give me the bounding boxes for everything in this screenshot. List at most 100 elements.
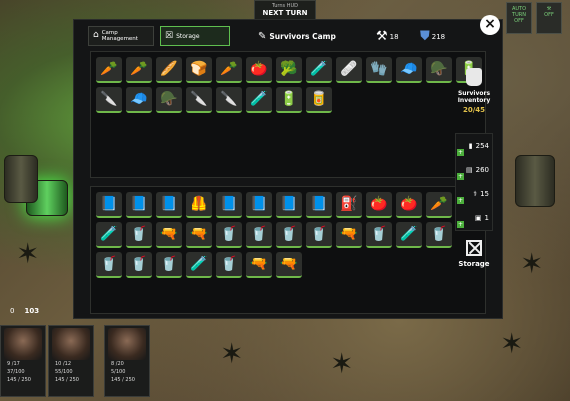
inventory-item[interactable]: 📘 xyxy=(96,192,122,218)
inventory-item[interactable]: 🧢 xyxy=(126,87,152,113)
inventory-item[interactable]: 🥕 xyxy=(96,57,122,83)
inventory-item[interactable]: 🧪 xyxy=(96,222,122,248)
inventory-item[interactable]: 🥤 xyxy=(426,222,452,248)
inventory-item[interactable]: 🧪 xyxy=(396,222,422,248)
inventory-item[interactable]: 📘 xyxy=(156,192,182,218)
inventory-item[interactable]: 🥤 xyxy=(216,252,242,278)
parts-icon: ▤ xyxy=(466,166,473,174)
inventory-item[interactable]: 🥕 xyxy=(426,192,452,218)
edit-icon: ✎ xyxy=(258,30,267,42)
defense-count: 218 xyxy=(431,32,446,41)
survivor-hp: 10 /12 xyxy=(55,361,71,367)
add-cannister-button[interactable]: + xyxy=(457,221,464,228)
inventory-item[interactable]: 🧪 xyxy=(246,87,272,113)
inventory-item[interactable]: 🥤 xyxy=(306,222,332,248)
inventory-item[interactable]: 🪖 xyxy=(156,87,182,113)
inventory-item[interactable]: 🍞 xyxy=(186,57,212,83)
close-button[interactable]: × xyxy=(480,15,500,35)
survivor-portrait xyxy=(52,328,90,360)
inventory-item[interactable]: 🥦 xyxy=(276,57,302,83)
inventory-item[interactable]: 🔫 xyxy=(186,222,212,248)
inventory-item[interactable]: 🔫 xyxy=(276,252,302,278)
inventory-item[interactable]: 📘 xyxy=(276,192,302,218)
tab-storage[interactable]: ☒ Storage xyxy=(160,26,230,46)
inventory-item[interactable]: 🧢 xyxy=(396,57,422,83)
survivor-food: 5/100 xyxy=(111,369,126,375)
home-icon: ⌂ xyxy=(93,30,99,41)
counter-value: 1 xyxy=(484,214,489,222)
inventory-item[interactable]: 📘 xyxy=(126,192,152,218)
tools-count: 18 xyxy=(389,32,399,41)
inventory-item[interactable]: 🥤 xyxy=(276,222,302,248)
survivor-hp: 9 /17 xyxy=(7,361,20,367)
inventory-item[interactable]: 🔫 xyxy=(156,222,182,248)
inventory-item[interactable]: 🍅 xyxy=(246,57,272,83)
inventory-item[interactable]: 🥤 xyxy=(96,252,122,278)
tab-survivors-camp[interactable]: ✎ Survivors Camp xyxy=(254,26,344,46)
tab-survivors-camp-label: Survivors Camp xyxy=(269,31,336,41)
storage-box-icon xyxy=(466,240,482,256)
survivor-food: 55/100 xyxy=(55,369,73,375)
inventory-item[interactable]: 🩹 xyxy=(336,57,362,83)
storage-shortcut-button[interactable]: Storage xyxy=(452,240,496,268)
inventory-item[interactable]: 🥤 xyxy=(126,222,152,248)
survivor-card[interactable]: 8 /20 5/100 145 / 250 xyxy=(104,325,150,397)
survivors-inventory: Survivors Inventory 20/45 xyxy=(449,68,499,114)
inventory-item[interactable]: 🧪 xyxy=(306,57,332,83)
inventory-item[interactable]: 🥕 xyxy=(216,57,242,83)
add-ammo-button[interactable]: + xyxy=(457,149,464,156)
add-parts-button[interactable]: + xyxy=(457,173,464,180)
inventory-item[interactable]: 🥫 xyxy=(306,87,332,113)
inventory-item[interactable]: 📘 xyxy=(246,192,272,218)
inventory-item[interactable]: 📘 xyxy=(306,192,332,218)
survivor-portrait xyxy=(4,328,42,360)
inventory-item[interactable]: 🔪 xyxy=(216,87,242,113)
tab-storage-label: Storage xyxy=(176,32,200,40)
survivor-card[interactable]: 10 /12 55/100 145 / 250 xyxy=(48,325,94,397)
inventory-item[interactable]: 🥖 xyxy=(156,57,182,83)
inventory-item[interactable]: 📘 xyxy=(216,192,242,218)
inventory-item[interactable]: 🔪 xyxy=(96,87,122,113)
next-turn-button[interactable]: Turns HUD NEXT TURN xyxy=(254,0,316,20)
counter-cannister: + ▣ 1 xyxy=(456,206,492,230)
inventory-item[interactable]: 🦺 xyxy=(186,192,212,218)
survivor-food: 37/100 xyxy=(7,369,25,375)
bottom-stats: 0 103 xyxy=(0,300,60,322)
add-medicine-button[interactable]: + xyxy=(457,197,464,204)
inventory-item[interactable]: 🔫 xyxy=(246,252,272,278)
inventory-item[interactable]: 🔫 xyxy=(336,222,362,248)
inventory-item[interactable]: 🍅 xyxy=(396,192,422,218)
next-turn-label: NEXT TURN xyxy=(262,9,308,17)
stat-b: 103 xyxy=(24,307,40,315)
inventory-item[interactable]: 🧪 xyxy=(186,252,212,278)
inventory-item[interactable]: ⛽ xyxy=(336,192,362,218)
tab-camp-management[interactable]: ⌂ Camp Management xyxy=(88,26,154,46)
inventory-item[interactable]: 🥤 xyxy=(216,222,242,248)
counter-value: 254 xyxy=(475,142,489,150)
tools-icon: ⚒ xyxy=(376,29,388,44)
resource-counters: + ▮ 254 + ▤ 260 + ⚕ 15 + ▣ 1 xyxy=(455,133,493,231)
ammo-icon: ▮ xyxy=(468,142,473,150)
defense-resource: ⛊ 218 xyxy=(420,29,445,44)
inventory-item[interactable]: 🔋 xyxy=(276,87,302,113)
medicine-icon: ⚕ xyxy=(473,190,478,198)
inventory-item[interactable]: 🥕 xyxy=(126,57,152,83)
corner-toggle-button[interactable]: ⚒ OFF xyxy=(536,2,562,34)
tank xyxy=(4,155,38,203)
dead-tree: ✶ xyxy=(500,327,524,360)
survivor-card[interactable]: 9 /17 37/100 145 / 250 xyxy=(0,325,46,397)
inventory-item[interactable]: 🔪 xyxy=(186,87,212,113)
inventory-item[interactable]: 🥤 xyxy=(126,252,152,278)
inventory-item[interactable]: 🥤 xyxy=(246,222,272,248)
storage-panel: ⌂ Camp Management ☒ Storage ✎ Survivors … xyxy=(73,19,503,319)
inventory-item[interactable]: 🧤 xyxy=(366,57,392,83)
dead-tree: ✶ xyxy=(520,247,544,280)
inventory-item[interactable]: 🍅 xyxy=(366,192,392,218)
inventory-item[interactable]: 🥤 xyxy=(366,222,392,248)
inventory-item[interactable]: 🥤 xyxy=(156,252,182,278)
auto-turn-button[interactable]: AUTO TURN OFF xyxy=(506,2,532,34)
storage-items-grid: 📘 📘 📘 🦺 📘 📘 📘 📘 ⛽ 🍅 🍅 🥕 🧪 🥤 🔫 🔫 🥤 🥤 🥤 🥤 🔫 🥤 🧪 🥤 🥤 🥤 🥤 🧪 🥤 🔫 🔫 xyxy=(90,186,486,314)
survivors-inventory-title: Survivors Inventory xyxy=(457,90,491,105)
survivor-water: 145 / 250 xyxy=(7,377,31,383)
auto-turn-state: OFF xyxy=(514,18,524,24)
